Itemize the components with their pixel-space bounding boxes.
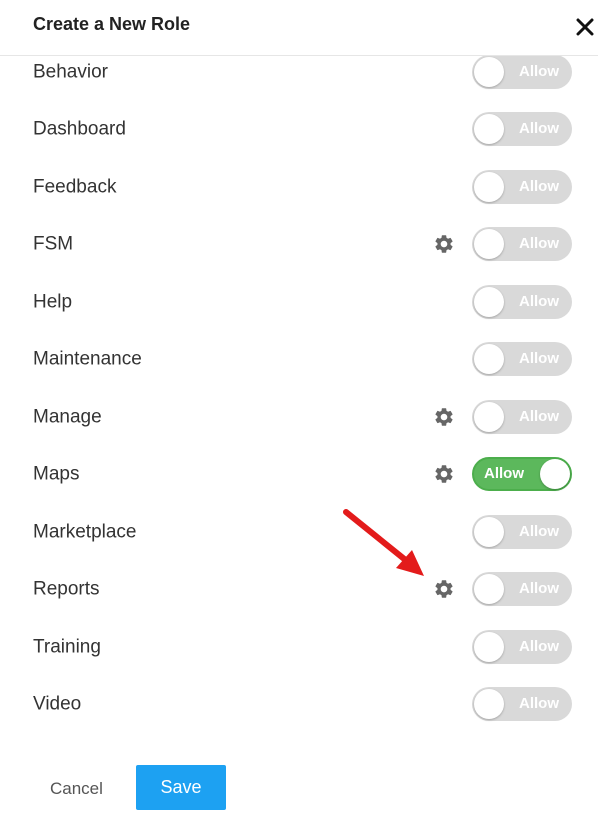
toggle-label: Allow xyxy=(519,292,559,310)
gear-icon[interactable] xyxy=(433,578,455,600)
permission-list: Behavior Allow Dashboard Allow Feedback Allow… xyxy=(0,43,598,733)
toggle-knob xyxy=(474,229,504,260)
permission-row-maps: Maps Allow xyxy=(0,446,598,504)
toggle-knob xyxy=(474,114,504,145)
toggle-label: Allow xyxy=(519,580,559,598)
gear-icon[interactable] xyxy=(433,463,455,485)
permission-label: Reports xyxy=(33,578,100,600)
cancel-button[interactable]: Cancel xyxy=(50,779,103,799)
close-icon xyxy=(576,18,594,36)
permission-row-training: Training Allow xyxy=(0,618,598,676)
toggle-knob xyxy=(474,574,504,605)
permission-label: Training xyxy=(33,636,101,658)
toggle-label: Allow xyxy=(519,350,559,368)
allow-toggle-dashboard[interactable]: Allow xyxy=(472,112,572,147)
toggle-label: Allow xyxy=(519,695,559,713)
permission-label: Video xyxy=(33,693,82,715)
permission-row-reports: Reports Allow xyxy=(0,561,598,619)
toggle-knob xyxy=(474,516,504,547)
allow-toggle-maps[interactable]: Allow xyxy=(472,457,572,492)
toggle-knob xyxy=(474,286,504,317)
permission-label: Help xyxy=(33,291,73,313)
allow-toggle-behavior[interactable]: Allow xyxy=(472,54,572,89)
permission-row-maintenance: Maintenance Allow xyxy=(0,331,598,389)
permission-row-feedback: Feedback Allow xyxy=(0,158,598,216)
allow-toggle-marketplace[interactable]: Allow xyxy=(472,514,572,549)
permission-row-video: Video Allow xyxy=(0,676,598,734)
allow-toggle-training[interactable]: Allow xyxy=(472,629,572,664)
toggle-knob xyxy=(474,56,504,87)
permission-label: Maps xyxy=(33,463,80,485)
allow-toggle-video[interactable]: Allow xyxy=(472,687,572,722)
allow-toggle-feedback[interactable]: Allow xyxy=(472,169,572,204)
modal-header: Create a New Role xyxy=(0,0,598,56)
permission-label: Manage xyxy=(33,406,102,428)
permission-label: FSM xyxy=(33,233,74,255)
toggle-label: Allow xyxy=(519,62,559,80)
permission-row-help: Help Allow xyxy=(0,273,598,331)
toggle-knob xyxy=(474,171,504,202)
toggle-label: Allow xyxy=(519,522,559,540)
create-role-modal: Create a New Role Behavior Allow Dashboard… xyxy=(0,0,598,815)
toggle-knob xyxy=(474,689,504,720)
save-button[interactable]: Save xyxy=(136,765,226,810)
toggle-knob xyxy=(474,631,504,662)
permission-label: Dashboard xyxy=(33,118,126,140)
permission-row-dashboard: Dashboard Allow xyxy=(0,101,598,159)
permission-row-fsm: FSM Allow xyxy=(0,216,598,274)
toggle-knob xyxy=(474,344,504,375)
toggle-label: Allow xyxy=(519,177,559,195)
toggle-label: Allow xyxy=(519,407,559,425)
modal-title: Create a New Role xyxy=(33,14,191,34)
permission-label: Feedback xyxy=(33,176,117,198)
allow-toggle-fsm[interactable]: Allow xyxy=(472,227,572,262)
modal-footer: Cancel Save xyxy=(0,757,598,815)
permission-row-manage: Manage Allow xyxy=(0,388,598,446)
permission-label: Behavior xyxy=(33,61,108,83)
toggle-label: Allow xyxy=(519,120,559,138)
permission-label: Maintenance xyxy=(33,348,142,370)
permission-row-marketplace: Marketplace Allow xyxy=(0,503,598,561)
toggle-knob xyxy=(474,401,504,432)
toggle-label: Allow xyxy=(519,235,559,253)
allow-toggle-maintenance[interactable]: Allow xyxy=(472,342,572,377)
toggle-knob xyxy=(540,459,570,490)
toggle-label: Allow xyxy=(519,637,559,655)
close-button[interactable] xyxy=(571,13,598,41)
allow-toggle-manage[interactable]: Allow xyxy=(472,399,572,434)
allow-toggle-help[interactable]: Allow xyxy=(472,284,572,319)
gear-icon[interactable] xyxy=(433,406,455,428)
permission-label: Marketplace xyxy=(33,521,137,543)
allow-toggle-reports[interactable]: Allow xyxy=(472,572,572,607)
toggle-label: Allow xyxy=(484,465,524,483)
gear-icon[interactable] xyxy=(433,233,455,255)
